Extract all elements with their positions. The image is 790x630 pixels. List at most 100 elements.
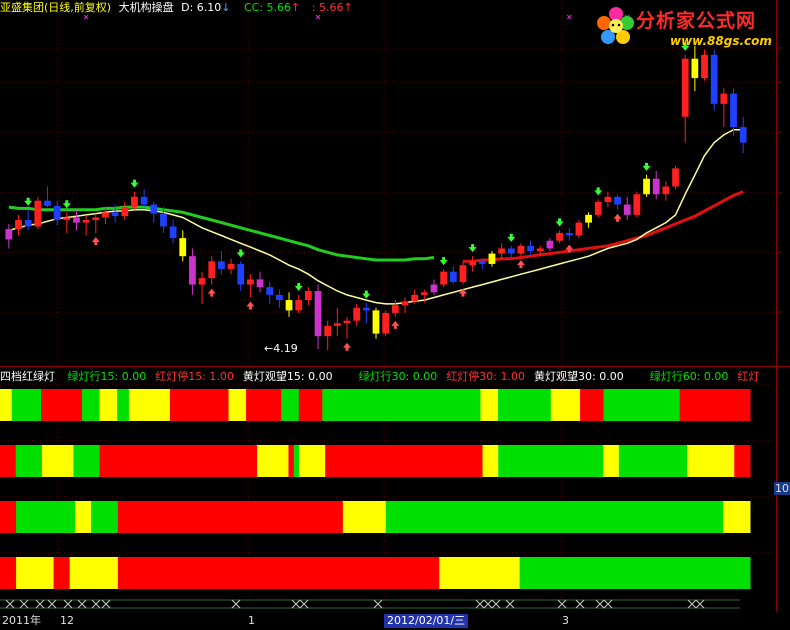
bar-15-segment-17 [585, 389, 605, 421]
bar-30-segment-8 [298, 445, 326, 477]
sub-item-3: 绿灯行30: 0.00 [358, 370, 438, 383]
candle-body-54 [527, 245, 534, 252]
candle-body-60 [585, 214, 592, 223]
bar-15-segment-15 [550, 389, 581, 421]
moving-averages [8, 128, 744, 305]
candle-body-40 [391, 305, 399, 313]
sell-arrow-icon-8 [613, 213, 622, 222]
buy-arrow-icon-10 [594, 187, 603, 196]
bar-15-segment-9 [246, 389, 282, 421]
bar-30-segment-4 [99, 445, 258, 477]
candle-body-39 [382, 312, 390, 334]
candle-body-14 [140, 196, 148, 205]
bar-60-segment-0 [0, 501, 17, 533]
sub-item-7: 红灯 [737, 370, 760, 383]
candle-body-73 [710, 54, 718, 104]
strip-cross-6 [91, 599, 101, 609]
candle-body-21 [208, 261, 216, 279]
bar-30-segment-11 [498, 445, 604, 477]
bar-15-segment-0 [0, 389, 13, 421]
bar-30-segment-3 [73, 445, 101, 477]
candle-body-11 [111, 212, 119, 217]
buy-arrow-icon-7 [468, 244, 477, 253]
sub-item-5: 黄灯观望30: 0.00 [534, 370, 624, 383]
indicator-name: 大机构操盘 [118, 1, 174, 14]
site-logo: 分析家公式网 www.88gs.com [596, 4, 786, 54]
signal-markers [24, 14, 690, 351]
bar-15-segment-12 [322, 389, 481, 421]
candle-body-15 [150, 204, 158, 214]
candle-body-58 [565, 232, 573, 236]
bar-15-segment-1 [11, 389, 42, 421]
candle-body-27 [266, 287, 274, 295]
candle-body-65 [633, 194, 641, 215]
candle-body-4 [44, 200, 51, 206]
bar-15-segment-6 [128, 389, 171, 421]
candle-body-6 [63, 217, 71, 221]
date-label-12: 12 [60, 614, 74, 627]
candle-body-74 [720, 93, 728, 104]
bar-120-segment-1 [16, 557, 55, 589]
sub-item-6: 绿灯行60: 0.00 [649, 370, 729, 383]
bar-30-segment-9 [325, 445, 484, 477]
candle-body-9 [92, 217, 100, 221]
bar-120-segment-3 [69, 557, 119, 589]
strip-cross-17 [575, 599, 585, 609]
strip-cross-21 [695, 599, 705, 609]
sub-item-0: 绿灯行15: 0.00 [67, 370, 147, 383]
sub-header: 四档红绿灯 绿灯行15: 0.00 红灯停15: 1.00 黄灯观望15: 0.00… [0, 369, 759, 385]
candle-body-37 [362, 307, 370, 311]
chart-canvas[interactable] [0, 0, 790, 630]
cc-arrow-icon: ↑ [291, 1, 301, 14]
bar-120-segment-0 [0, 557, 17, 589]
candle-body-28 [275, 294, 283, 301]
purple-x-marker-2 [566, 14, 572, 20]
candle-body-29 [285, 300, 293, 311]
candle-body-13 [131, 196, 138, 208]
bar-120-segment-6 [519, 557, 751, 589]
bar-15-segment-16 [580, 389, 587, 421]
sell-arrow-icon-1 [207, 288, 216, 297]
candle-body-42 [411, 294, 419, 302]
bar-15-segment-5 [117, 389, 130, 421]
strip-cross-3 [47, 599, 57, 609]
bar-60-segment-6 [385, 501, 724, 533]
bar-30-segment-7 [293, 445, 300, 477]
buy-arrow-icon-4 [294, 282, 303, 291]
candle-body-24 [237, 263, 245, 285]
buy-arrow-icon-1 [62, 200, 71, 209]
strip-cross-5 [77, 599, 87, 609]
candle-body-38 [372, 310, 380, 334]
d-arrow-icon: ↓ [221, 1, 231, 14]
candle-body-66 [643, 178, 650, 195]
candle-body-5 [53, 205, 61, 221]
sell-arrow-icon-0 [91, 236, 100, 245]
candle-body-17 [169, 226, 177, 239]
candle-body-36 [353, 307, 361, 321]
candle-body-41 [401, 301, 409, 306]
strip-cross-14 [491, 599, 501, 609]
candle-body-70 [681, 58, 689, 117]
low-arrow-icon: ← [264, 342, 274, 355]
bar-120-segment-4 [117, 557, 440, 589]
buy-arrow-icon-6 [439, 257, 448, 266]
bar-30-segment-10 [482, 445, 499, 477]
candle-body-10 [102, 212, 109, 218]
buy-arrow-icon-9 [555, 218, 564, 227]
candle-body-44 [430, 284, 438, 293]
candle-body-22 [218, 261, 225, 270]
buy-arrow-icon-0 [24, 197, 33, 206]
candle-body-0 [5, 229, 13, 240]
strip-cross-2 [35, 599, 45, 609]
candle-body-59 [575, 222, 583, 236]
bar-30-segment-6 [288, 445, 295, 477]
bar-30-segment-1 [15, 445, 43, 477]
flower-logo-icon [597, 7, 634, 44]
bar-30-segment-0 [0, 445, 17, 477]
bar-15-segment-13 [480, 389, 499, 421]
candle-body-8 [82, 220, 90, 223]
candle-body-47 [459, 265, 467, 282]
sub-item-1: 红灯停15: 1.00 [155, 370, 234, 383]
strip-cross-4 [63, 599, 73, 609]
candle-body-67 [652, 178, 660, 195]
